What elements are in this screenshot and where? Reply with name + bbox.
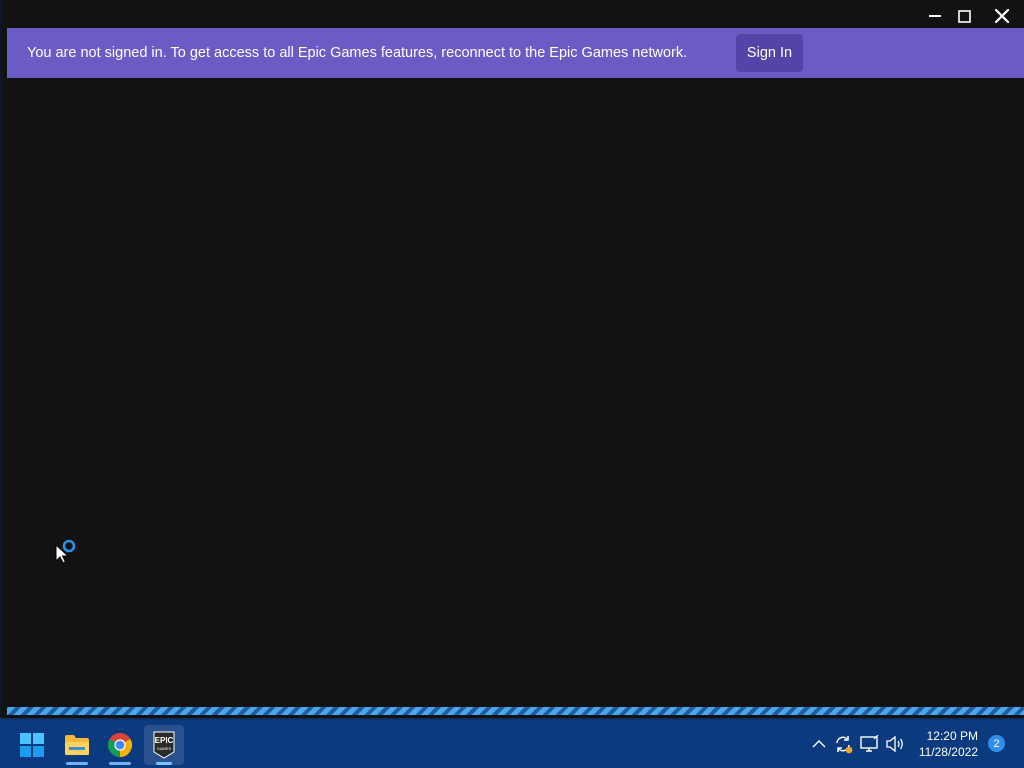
close-button[interactable] [987,2,1017,30]
maximize-icon [957,9,971,23]
file-explorer-button[interactable] [57,725,97,765]
epic-icon-text: EPIC [155,736,174,745]
folder-icon [65,735,89,755]
sign-in-button[interactable]: Sign In [736,34,803,72]
epic-games-launcher-button[interactable]: EPIC GAMES [144,725,184,765]
running-indicator [156,762,172,765]
banner-message: You are not signed in. To get access to … [27,45,688,61]
clock-date: 11/28/2022 [918,745,978,759]
minimize-button[interactable] [920,2,950,30]
desktop-screen: You are not signed in. To get access to … [0,0,1024,768]
games-icon-text: GAMES [157,746,172,751]
maximize-button[interactable] [949,2,979,30]
loading-progress-bar [7,707,1024,715]
minimize-icon [929,15,941,17]
main-content-area [7,78,1024,706]
chrome-icon [107,733,133,757]
epic-games-icon: EPIC GAMES [153,731,175,759]
volume-tray-button[interactable] [885,734,905,754]
sync-tray-button[interactable] [833,734,853,754]
running-indicator [109,762,131,765]
running-indicator [66,762,88,765]
chevron-up-icon [812,740,826,748]
clock-time: 12:20 PM [926,729,978,743]
sync-icon [836,736,853,754]
title-bar[interactable] [2,0,1024,30]
taskbar-clock[interactable]: 12:20 PM 11/28/2022 [914,728,978,760]
network-icon [860,735,879,752]
taskbar: EPIC GAMES 12:20 PM 11/28/2022 2 [0,718,1024,768]
windows-start-icon [20,733,44,757]
volume-icon [886,735,903,753]
show-hidden-icons-button[interactable] [809,734,829,754]
notification-center-badge[interactable]: 2 [988,735,1005,752]
close-icon [995,9,1009,23]
chrome-button[interactable] [100,725,140,765]
offline-banner: You are not signed in. To get access to … [7,28,1024,78]
epic-games-launcher-window: You are not signed in. To get access to … [0,0,1024,718]
start-button[interactable] [12,725,52,765]
network-tray-button[interactable] [860,734,880,754]
